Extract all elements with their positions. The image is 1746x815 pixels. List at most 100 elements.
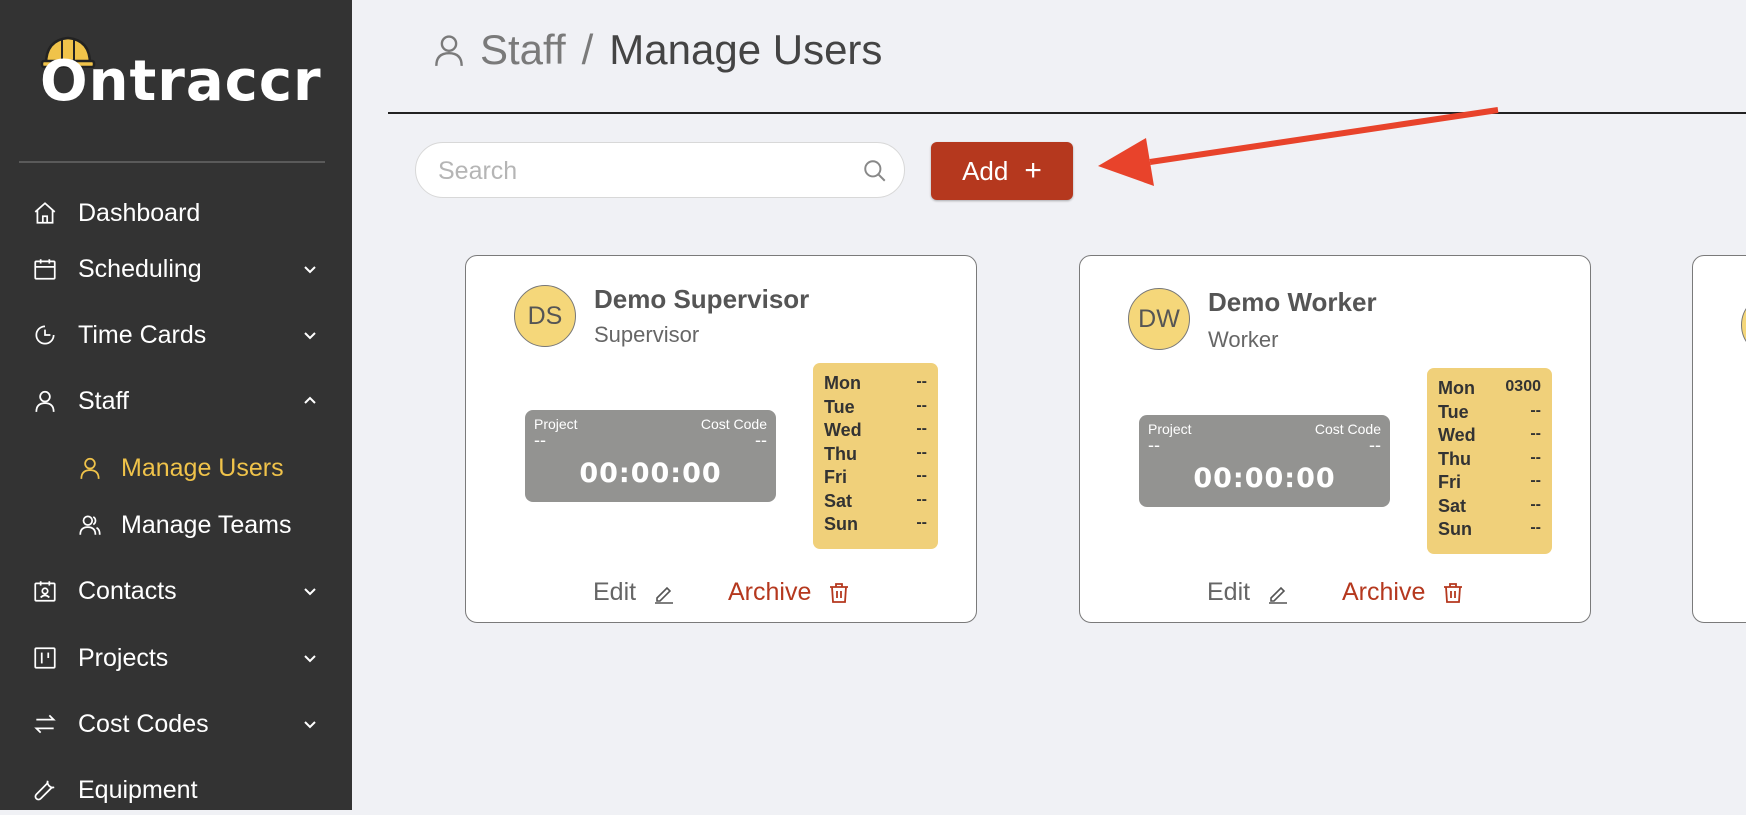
schedule-row: Sat -- (1427, 496, 1552, 520)
project-value: -- (1148, 435, 1160, 455)
archive-label: Archive (1342, 578, 1426, 606)
user-role: Supervisor (594, 322, 700, 347)
schedule-row: Thu -- (1427, 449, 1552, 473)
plus-icon: + (1024, 154, 1042, 187)
add-user-button[interactable]: Add + (931, 142, 1073, 200)
chevron-down-icon (304, 266, 316, 274)
schedule-row: Mon -- (813, 373, 938, 397)
schedule-value: -- (916, 467, 927, 484)
team-icon (77, 512, 103, 538)
schedule-row: Fri -- (813, 467, 938, 491)
schedule-row: Sun -- (1427, 519, 1552, 543)
user-icon (77, 455, 103, 481)
schedule-day: Tue (824, 396, 855, 417)
sidebar-item-label: Scheduling (78, 254, 202, 283)
schedule-row: Wed -- (813, 420, 938, 444)
schedule-row: Mon 0300 (1427, 378, 1552, 402)
annotation-arrow (1098, 107, 1499, 186)
sidebar-item-manage-teams[interactable]: Manage Teams (0, 500, 352, 550)
sidebar-item-label: Staff (78, 386, 129, 415)
search-input[interactable] (436, 143, 840, 199)
schedule-value: -- (916, 420, 927, 437)
user-role: Worker (1208, 327, 1279, 352)
ontraccr-logo[interactable]: Ontraccr (40, 34, 322, 114)
search-box[interactable] (415, 142, 905, 199)
schedule-day: Sun (1438, 519, 1472, 539)
user-card-partial[interactable] (1692, 255, 1746, 623)
breadcrumb-parent[interactable]: Staff (480, 26, 566, 74)
schedule-day: Fri (1438, 472, 1462, 492)
user-name: Demo Worker (1208, 287, 1377, 317)
schedule-value: -- (1530, 519, 1541, 536)
pencil-icon (1269, 586, 1288, 604)
avatar: DS (514, 285, 576, 347)
card-actions: Edit Archive (466, 578, 976, 618)
project-board-icon (32, 645, 58, 671)
edit-button[interactable]: Edit (593, 578, 676, 607)
chevron-down-icon (304, 588, 316, 596)
schedule-day: Thu (824, 443, 857, 464)
schedule-day: Sat (824, 490, 853, 511)
sidebar-item-cost-codes[interactable]: Cost Codes (0, 699, 352, 749)
timer: 00:00:00 (1193, 463, 1336, 494)
edit-button[interactable]: Edit (1207, 578, 1290, 607)
archive-button[interactable]: Archive (1342, 578, 1465, 607)
trash-icon (1444, 582, 1463, 603)
schedule-value: -- (916, 396, 927, 414)
user-icon (32, 388, 58, 414)
avatar (1741, 294, 1746, 356)
sidebar-item-contacts[interactable]: Contacts (0, 566, 352, 616)
sidebar-item-time-cards[interactable]: Time Cards (0, 310, 352, 360)
edit-label: Edit (1207, 578, 1251, 606)
sidebar-divider (19, 161, 325, 163)
sidebar-item-projects[interactable]: Projects (0, 633, 352, 683)
schedule-day: Wed (1438, 425, 1476, 445)
schedule-value: -- (916, 373, 927, 390)
schedule-value: -- (1530, 448, 1541, 466)
schedule-row: Wed -- (1427, 425, 1552, 449)
user-icon (435, 35, 463, 66)
schedule-value: -- (1530, 425, 1541, 442)
schedule-value: -- (916, 490, 927, 508)
chevron-down-icon (304, 721, 316, 729)
brand-name: Ontraccr (40, 49, 322, 114)
sidebar-item-label: Dashboard (78, 198, 201, 227)
schedule-row: Sun -- (813, 514, 938, 538)
user-name: Demo Supervisor (594, 284, 810, 314)
sidebar-item-label: Manage Teams (121, 510, 292, 539)
breadcrumb: Staff / Manage Users (430, 26, 882, 74)
sidebar-item-staff[interactable]: Staff (0, 376, 352, 426)
pencil-icon (655, 586, 674, 604)
schedule-value: 0300 (1505, 378, 1541, 395)
schedule-day: Sat (1438, 495, 1467, 516)
schedule-row: Fri -- (1427, 472, 1552, 496)
sidebar-item-scheduling[interactable]: Scheduling (0, 244, 352, 294)
chevron-down-icon (304, 655, 316, 663)
sidebar-item-equipment[interactable]: Equipment (0, 765, 352, 815)
user-card[interactable]: DS Demo Supervisor Supervisor Project Co… (465, 255, 977, 623)
wrench-icon (32, 777, 58, 803)
add-button-label: Add (962, 155, 1009, 186)
archive-button[interactable]: Archive (728, 578, 851, 607)
schedule-value: -- (1530, 401, 1541, 419)
schedule-row: Tue -- (1427, 402, 1552, 426)
archive-label: Archive (728, 578, 812, 606)
time-clock-panel: Project Cost Code -- -- 00:00:00 (1139, 415, 1390, 507)
schedule-row: Sat -- (813, 491, 938, 515)
cost-code-value: -- (755, 430, 767, 450)
chevron-down-icon (304, 332, 316, 340)
sidebar-item-manage-users[interactable]: Manage Users (0, 443, 352, 493)
sidebar-item-dashboard[interactable]: Dashboard (0, 188, 352, 238)
schedule-day: Sun (824, 514, 858, 534)
weekly-schedule: Mon -- Tue -- Wed -- Thu -- Fri -- Sat -- Sun -… (813, 363, 938, 549)
project-value: -- (534, 430, 546, 450)
schedule-day: Wed (824, 420, 862, 440)
search-icon[interactable] (862, 158, 888, 184)
page-title: Manage Users (609, 26, 883, 73)
schedule-day: Mon (1438, 378, 1475, 398)
sidebar: Ontraccr Dashboard Scheduling Time Cards… (0, 0, 352, 810)
schedule-row: Thu -- (813, 444, 938, 468)
user-card[interactable]: DW Demo Worker Worker Project Cost Code … (1079, 255, 1591, 623)
schedule-row: Tue -- (813, 397, 938, 421)
schedule-value: -- (916, 443, 927, 461)
